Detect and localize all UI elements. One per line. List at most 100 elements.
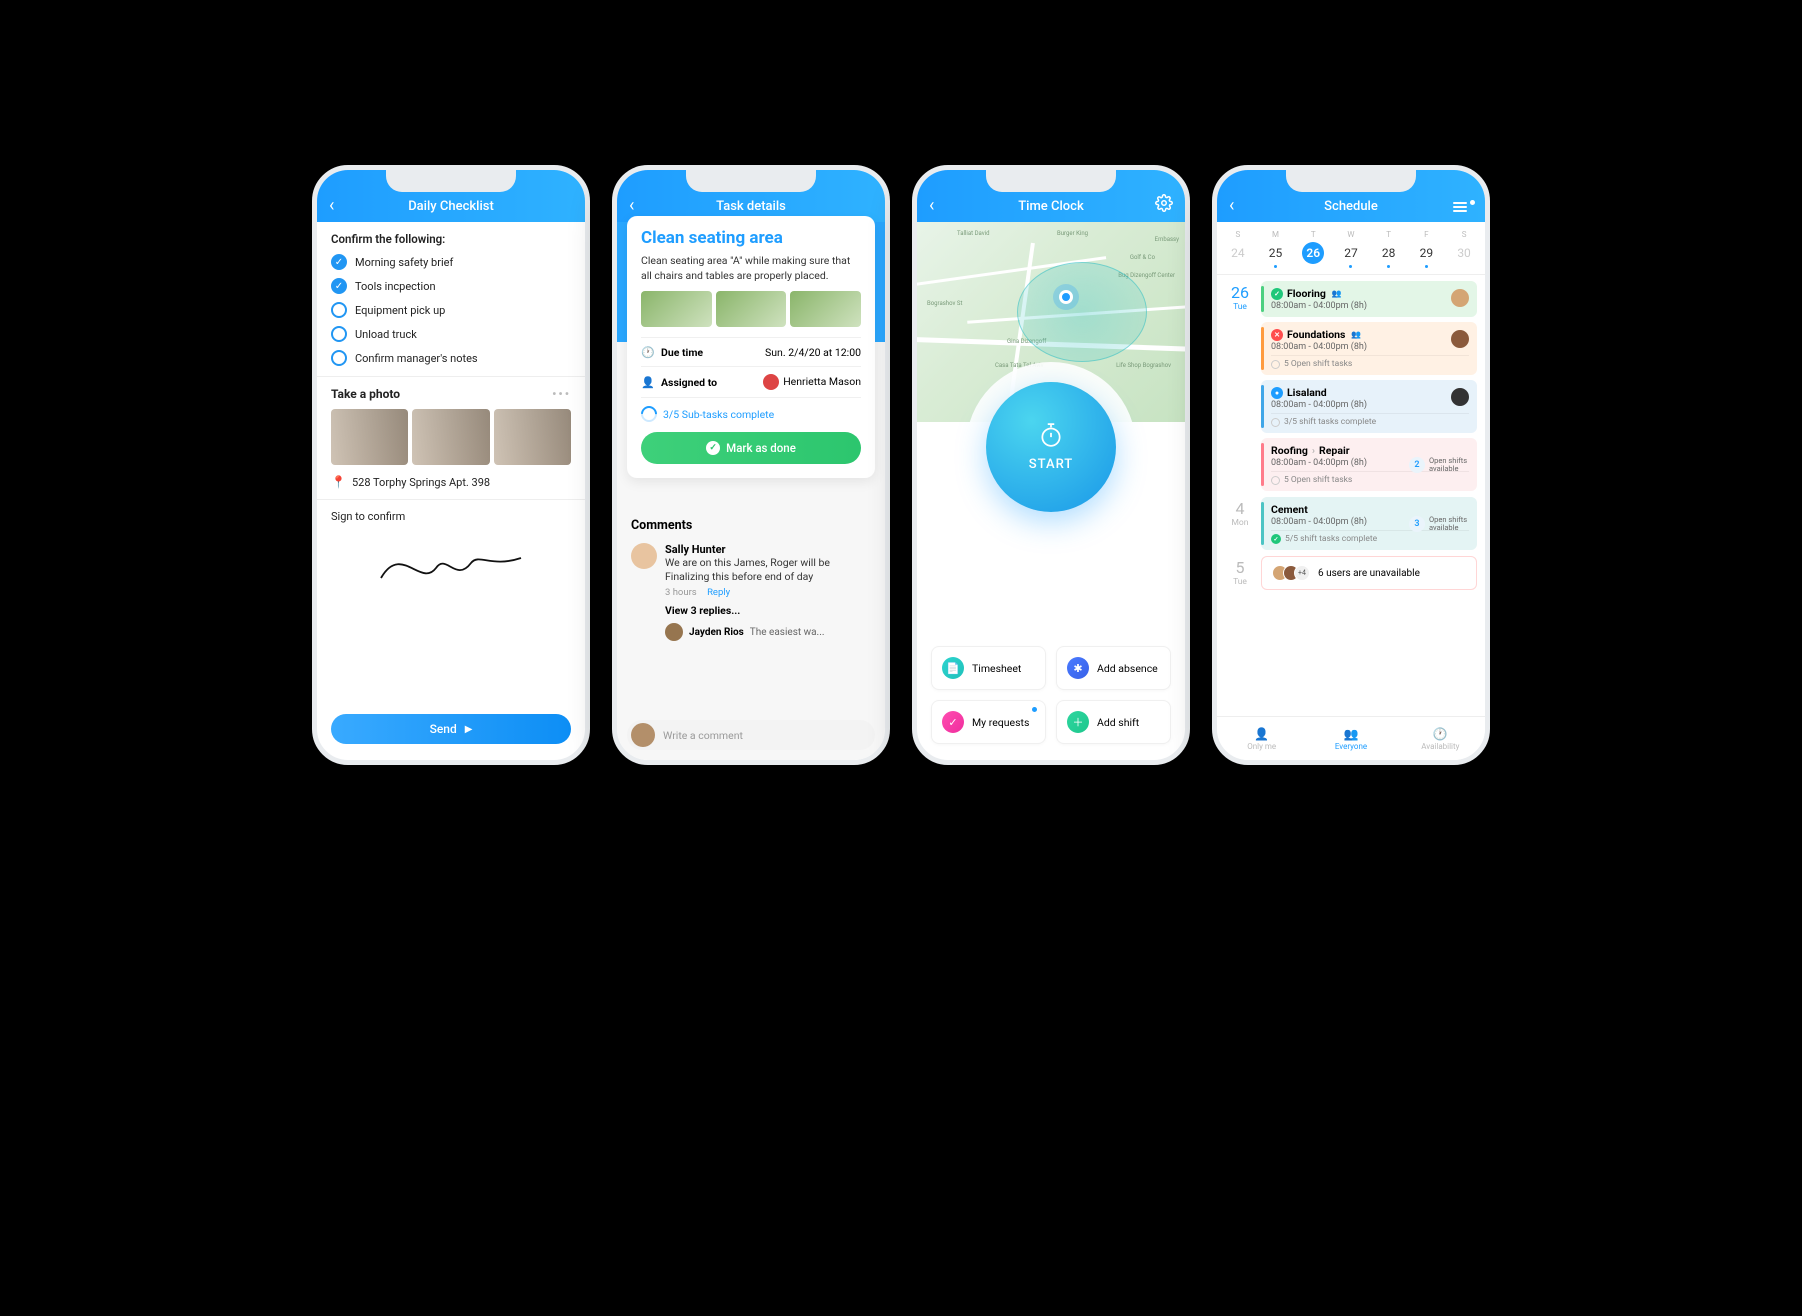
photo-section-header: Take a photo ••• (331, 387, 571, 401)
day-block: 26 Tue ✓Flooring👥 08:00am - 04:00pm (8h)… (1225, 281, 1477, 491)
tab-availability[interactable]: 🕐 Availability (1396, 717, 1485, 760)
task-photo[interactable] (716, 291, 787, 327)
notch (386, 170, 516, 192)
task-card: Clean seating area Clean seating area "A… (627, 216, 875, 478)
photo-thumb[interactable] (331, 409, 408, 465)
avatar[interactable] (665, 623, 683, 641)
signature-pad[interactable] (331, 533, 571, 593)
back-icon[interactable]: ‹ (329, 195, 334, 216)
unavailable-text: 6 users are unavailable (1318, 568, 1420, 579)
reply-button[interactable]: Reply (707, 587, 730, 598)
people-icon: 👥 (1332, 289, 1342, 298)
photo-thumb[interactable] (412, 409, 489, 465)
shift-card[interactable]: Cement 08:00am - 04:00pm (8h) 3 Open shi… (1261, 497, 1477, 550)
tile-label: Add absence (1097, 662, 1158, 675)
photo-thumb[interactable] (494, 409, 571, 465)
clock-icon: 🕐 (1433, 727, 1448, 741)
day-cell[interactable]: S24 (1221, 230, 1255, 264)
tile-label: My requests (972, 716, 1029, 729)
add-absence-tile[interactable]: ✱ Add absence (1056, 646, 1171, 690)
comment-input[interactable]: Write a comment (663, 729, 871, 742)
shift-card[interactable]: ✕Foundations👥 08:00am - 04:00pm (8h) 5 O… (1261, 322, 1477, 375)
divider (317, 499, 585, 500)
add-shift-icon: ＋ (1067, 711, 1089, 733)
tab-everyone[interactable]: 👥 Everyone (1306, 717, 1395, 760)
schedule-list[interactable]: 26 Tue ✓Flooring👥 08:00am - 04:00pm (8h)… (1217, 275, 1485, 716)
task-photo[interactable] (790, 291, 861, 327)
tab-only-me[interactable]: 👤 Only me (1217, 717, 1306, 760)
address-text: 528 Torphy Springs Apt. 398 (352, 476, 490, 489)
comment-author: Sally Hunter (665, 543, 871, 556)
due-time-row: 🕐 Due time Sun. 2/4/20 at 12:00 (641, 337, 861, 366)
day-cell[interactable]: T28 (1372, 230, 1406, 264)
due-time-label: Due time (661, 346, 703, 359)
send-icon: ▶ (465, 724, 473, 735)
avatar (1451, 289, 1469, 307)
day-cell[interactable]: W27 (1334, 230, 1368, 264)
gps-location-icon (1059, 290, 1073, 304)
day-cell[interactable]: S30 (1447, 230, 1481, 264)
back-icon[interactable]: ‹ (629, 195, 634, 216)
add-shift-tile[interactable]: ＋ Add shift (1056, 700, 1171, 744)
day-date: 4 Mon (1225, 497, 1255, 550)
task-body: Clean seating area Clean seating area "A… (617, 222, 885, 760)
list-view-icon[interactable] (1453, 202, 1473, 216)
open-shifts-badge: 3 Open shifts available (1409, 516, 1469, 532)
clock-icon: 🕐 (641, 345, 655, 359)
day-cell[interactable]: F29 (1409, 230, 1443, 264)
circle-icon (1271, 360, 1280, 369)
unavailable-card[interactable]: +4 6 users are unavailable (1261, 556, 1477, 590)
comment-item: Sally Hunter We are on this James, Roger… (631, 543, 871, 598)
checklist-item[interactable]: Equipment pick up (331, 302, 571, 318)
day-cell[interactable]: T26 (1296, 230, 1330, 264)
checklist-label: Morning safety brief (355, 256, 453, 269)
shift-card[interactable]: ✓Flooring👥 08:00am - 04:00pm (8h) (1261, 281, 1477, 317)
back-icon[interactable]: ‹ (929, 195, 934, 216)
my-requests-tile[interactable]: ✓ My requests (931, 700, 1046, 744)
notch (1286, 170, 1416, 192)
shift-card[interactable]: ●Lisaland 08:00am - 04:00pm (8h) 3/5 shi… (1261, 380, 1477, 433)
requests-icon: ✓ (942, 711, 964, 733)
task-photo-row (641, 291, 861, 327)
mark-done-button[interactable]: ✓ Mark as done (641, 432, 861, 464)
map-label: Talliat David (957, 230, 990, 237)
sign-label: Sign to confirm (331, 510, 571, 523)
timesheet-tile[interactable]: 📄 Timesheet (931, 646, 1046, 690)
more-icon[interactable]: ••• (552, 387, 571, 401)
start-clock-button[interactable]: START (986, 382, 1116, 512)
comment-text: We are on this James, Roger will be Fina… (665, 556, 871, 584)
checklist-item[interactable]: ✓ Tools incpection (331, 278, 571, 294)
shift-card[interactable]: Roofing›Repair 08:00am - 04:00pm (8h) 2 … (1261, 438, 1477, 491)
day-date: 5 Tue (1225, 556, 1255, 590)
status-declined-icon: ✕ (1271, 329, 1283, 341)
assigned-row: 👤 Assigned to Henrietta Mason (641, 366, 861, 397)
back-icon[interactable]: ‹ (1229, 195, 1234, 216)
phone-daily-checklist: ‹ Daily Checklist Confirm the following:… (312, 165, 590, 765)
avatar (1451, 330, 1469, 348)
check-icon: ✓ (331, 278, 347, 294)
confirm-heading: Confirm the following: (331, 232, 571, 246)
assigned-label: Assigned to (661, 376, 717, 389)
map-label: Burger King (1057, 230, 1088, 237)
map-label: Golf & Co (1130, 254, 1155, 261)
day-cell[interactable]: M25 (1259, 230, 1293, 264)
check-icon (331, 302, 347, 318)
status-accepted-icon: ✓ (1271, 288, 1283, 300)
view-replies-button[interactable]: View 3 replies... (665, 604, 871, 617)
checklist-label: Unload truck (355, 328, 417, 341)
send-label: Send (430, 722, 457, 736)
checklist-item[interactable]: Confirm manager's notes (331, 350, 571, 366)
checklist-item[interactable]: ✓ Morning safety brief (331, 254, 571, 270)
comment-composer[interactable]: Write a comment (627, 720, 875, 750)
check-icon: ✓ (331, 254, 347, 270)
due-time-value: Sun. 2/4/20 at 12:00 (765, 346, 861, 359)
settings-icon[interactable] (1155, 194, 1173, 216)
send-button[interactable]: Send ▶ (331, 714, 571, 744)
subtasks-row[interactable]: 3/5 Sub-tasks complete (641, 397, 861, 432)
checklist-item[interactable]: Unload truck (331, 326, 571, 342)
task-photo[interactable] (641, 291, 712, 327)
avatar[interactable] (631, 543, 657, 569)
timesheet-icon: 📄 (942, 657, 964, 679)
checklist-label: Tools incpection (355, 280, 436, 293)
avatar (1451, 388, 1469, 406)
